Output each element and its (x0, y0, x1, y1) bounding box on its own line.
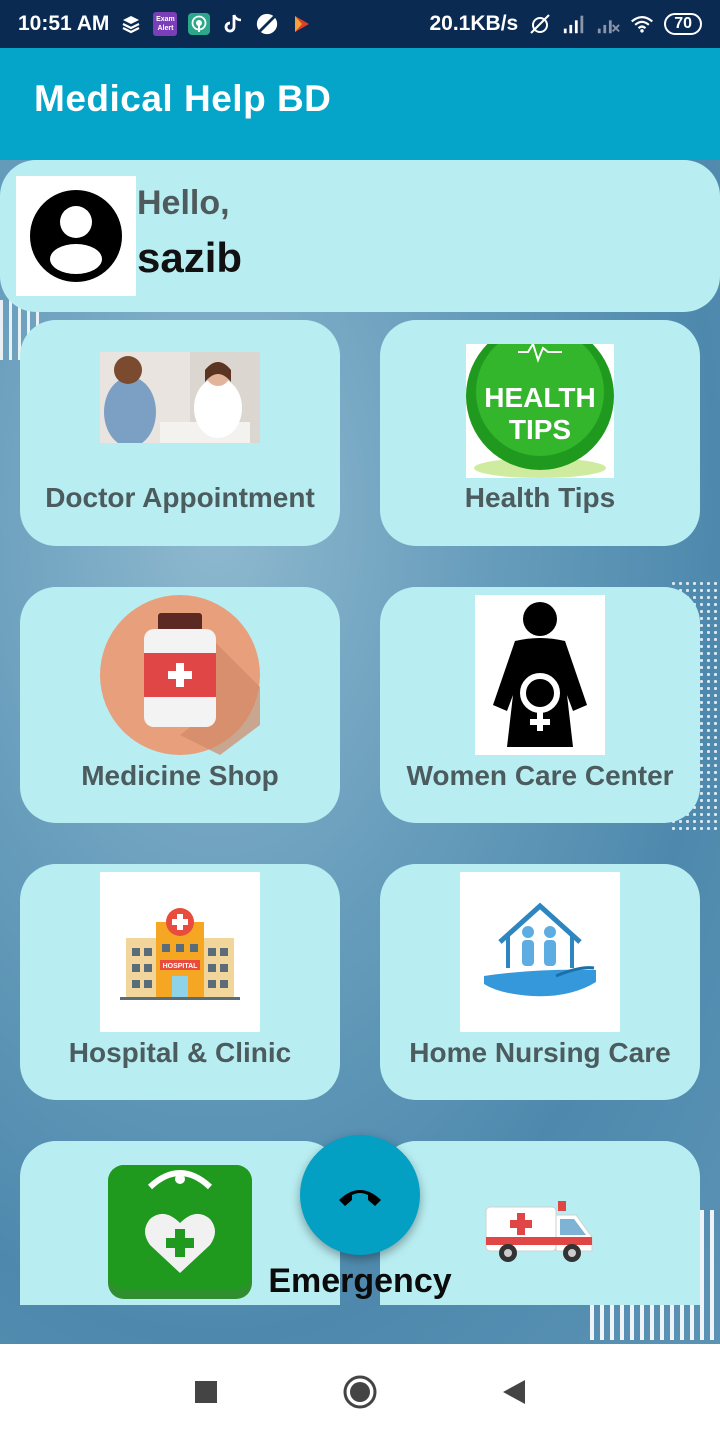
status-time: 10:51 AM (18, 12, 110, 35)
medicine-bottle-icon (100, 595, 260, 755)
greeting-hello: Hello, (137, 184, 230, 222)
tile-home-nursing-care[interactable]: Home Nursing Care (380, 864, 700, 1100)
back-icon[interactable] (492, 1370, 536, 1414)
badge-line-1: HEALTH (484, 382, 596, 413)
alarm-off-icon (528, 12, 552, 36)
exam-alert-icon: Exam Alert (153, 12, 178, 36)
greeting-card: Hello, sazib (0, 160, 720, 312)
ambulance-icon (484, 1193, 596, 1263)
emergency-label: Emergency (268, 1262, 452, 1300)
navigation-bar (0, 1344, 720, 1440)
status-bar: 10:51 AM Exam Alert 20.1KB/s 70 (0, 0, 720, 48)
tile-label: Medicine Shop (81, 760, 279, 791)
network-speed: 20.1KB/s (429, 12, 519, 35)
tile-label: Hospital & Clinic (68, 1037, 292, 1068)
podcast-icon (187, 12, 211, 36)
tile-doctor-appointment[interactable]: Doctor Appointment (20, 320, 340, 546)
hospital-sign: HOSPITAL (163, 963, 199, 970)
avatar[interactable] (16, 176, 136, 296)
tile-health-tips[interactable]: HEALTH TIPS Health Tips (380, 320, 700, 546)
doctor-photo (100, 352, 260, 447)
app-title: Medical Help BD (34, 78, 332, 119)
signal-icon (562, 12, 586, 36)
tile-women-care-center[interactable]: Women Care Center (380, 587, 700, 823)
home-icon[interactable] (338, 1370, 382, 1414)
tile-label: Home Nursing Care (409, 1037, 671, 1068)
tile-medicine-shop[interactable]: Medicine Shop (20, 587, 340, 823)
pregnant-woman-icon (475, 595, 605, 755)
battery-icon: 70 (664, 13, 702, 35)
phone-icon (339, 1190, 381, 1206)
play-icon (289, 12, 313, 36)
emergency-call-button[interactable] (300, 1135, 420, 1255)
recents-icon[interactable] (184, 1370, 228, 1414)
blocked-icon (255, 12, 279, 36)
tile-hospital-clinic[interactable]: HOSPITAL Hospital & Clinic (20, 864, 340, 1100)
tiktok-icon (221, 12, 245, 36)
tile-label: Women Care Center (406, 760, 674, 791)
app-bar: Medical Help BD (0, 48, 720, 160)
user-avatar-icon (30, 190, 122, 282)
health-tips-badge: HEALTH TIPS (466, 344, 614, 478)
signal-off-icon (596, 12, 620, 36)
user-name: sazib (137, 234, 243, 281)
tile-label: Doctor Appointment (45, 482, 315, 513)
hospital-icon: HOSPITAL (100, 872, 260, 1032)
wifi-icon (630, 12, 654, 36)
tile-label: Health Tips (464, 482, 616, 513)
badge-line-2: TIPS (508, 414, 572, 445)
home-care-icon (460, 872, 620, 1032)
layers-icon (119, 12, 143, 36)
health-tips-text: HEALTH TIPS (466, 382, 614, 446)
